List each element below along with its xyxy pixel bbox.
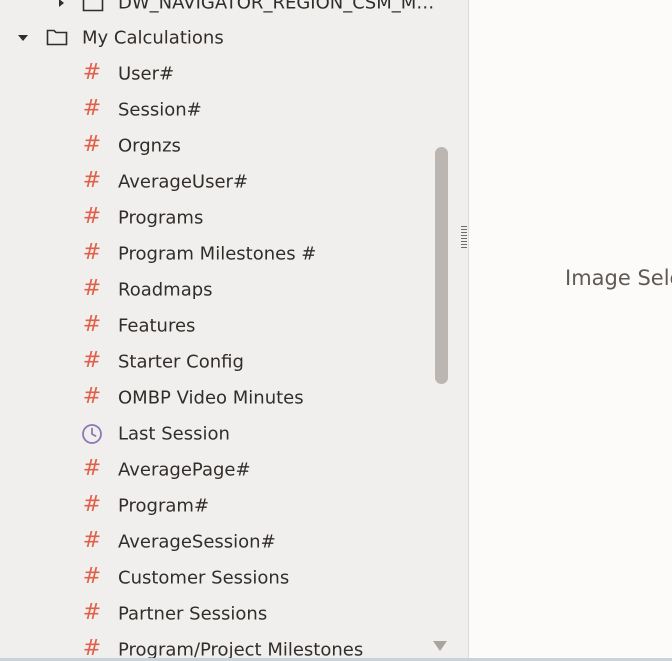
chevron-right-icon[interactable] [56,0,66,8]
tree-item-label: AveragePage# [118,459,251,481]
tree-item-label: Program Milestones # [118,243,317,265]
tree-item[interactable]: # User# [0,56,430,92]
scroll-down-arrow-icon[interactable] [433,641,447,651]
tree-item-label: Features [118,315,196,337]
tree-folder-label: My Calculations [82,27,224,49]
tree-item[interactable]: # Starter Config [0,344,430,380]
tree-item-label: OMBP Video Minutes [118,387,304,409]
data-panel: DW_NAVIGATOR_REGION_CSM_M… My Calculatio… [0,0,469,658]
panel-resize-handle[interactable] [461,226,467,250]
hash-icon: # [82,96,102,121]
tree-item-label: Programs [118,207,204,229]
tree-item[interactable]: # Program Milestones # [0,236,430,272]
scrollbar-thumb[interactable] [435,147,448,384]
tree-item[interactable]: # AverageUser# [0,164,430,200]
folder-icon [82,0,104,12]
tree-item[interactable]: # Features [0,308,430,344]
tree-item[interactable]: Last Session [0,416,430,452]
hash-icon: # [82,132,102,157]
folder-icon [46,29,68,46]
tree-item-label: Program/Project Milestones [118,639,364,659]
hash-icon: # [82,636,102,659]
tree-item-label: DW_NAVIGATOR_REGION_CSM_M… [118,0,435,14]
hash-icon: # [82,348,102,373]
tree-item[interactable]: # Program# [0,488,430,524]
hash-icon: # [82,276,102,301]
canvas-placeholder-text: Image Sele [565,266,672,290]
tree-item-label: Session# [118,99,202,121]
clock-icon [82,424,102,444]
tree-item-label: Last Session [118,423,230,445]
tree-item[interactable]: # Roadmaps [0,272,430,308]
tree-item-dw-navigator[interactable]: DW_NAVIGATOR_REGION_CSM_M… [0,0,434,21]
hash-icon: # [82,528,102,553]
tree-item[interactable]: # OMBP Video Minutes [0,380,430,416]
hash-icon: # [82,384,102,409]
hash-icon: # [82,204,102,229]
tree-item-label: Customer Sessions [118,567,290,589]
tree-item[interactable]: # Program/Project Milestones [0,632,430,659]
tree-item[interactable]: # Orgnzs [0,128,430,164]
tree-item-label: Orgnzs [118,135,181,157]
tree-item-label: Partner Sessions [118,603,268,625]
hash-icon: # [82,564,102,589]
hash-icon: # [82,600,102,625]
tree-item[interactable]: # Programs [0,200,430,236]
tree-item-label: Program# [118,495,210,517]
tree-item[interactable]: # Session# [0,92,430,128]
tree-item-label: AverageSession# [118,531,276,553]
tree-item[interactable]: # AveragePage# [0,452,430,488]
tree-item-label: AverageUser# [118,171,249,193]
hash-icon: # [82,240,102,265]
tree-item-label: Roadmaps [118,279,213,301]
tree-folder-my-calculations[interactable]: My Calculations [0,20,430,56]
tree-item-label: Starter Config [118,351,244,373]
tree-item[interactable]: # Customer Sessions [0,560,430,596]
tree-item[interactable]: # AverageSession# [0,524,430,560]
hash-icon: # [82,60,102,85]
tree-item[interactable]: # Partner Sessions [0,596,430,632]
hash-icon: # [82,456,102,481]
tree-item-label: User# [118,63,175,85]
hash-icon: # [82,492,102,517]
hash-icon: # [82,168,102,193]
hash-icon: # [82,312,102,337]
chevron-down-icon[interactable] [18,33,28,43]
